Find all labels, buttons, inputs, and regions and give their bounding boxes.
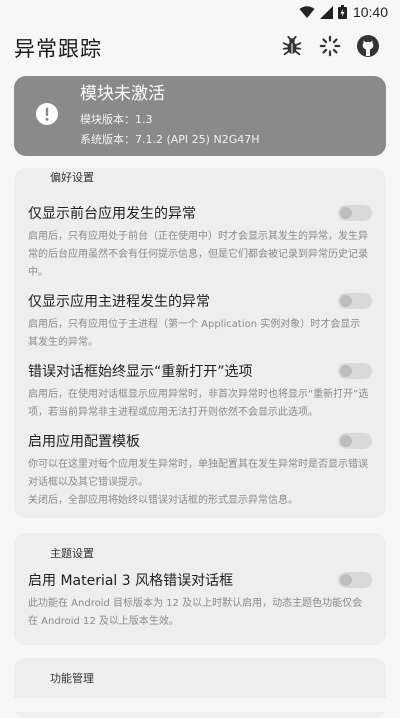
app-bar: 异常跟踪 <box>0 24 400 72</box>
setting-description-line: 你可以在这里对每个应用发生异常时，单独配置其在发生异常时是否显示错误对话框以及其… <box>28 459 368 488</box>
setting-description-line: 关闭后，全部应用将始终以错误对话框的形式显示异常信息。 <box>28 495 298 506</box>
setting-description: 启用后，只有应用位于主进程（第一个 Application 实例对象）时才会显示… <box>28 319 361 348</box>
clock: 10:40 <box>352 4 388 20</box>
toggle-switch[interactable] <box>338 205 372 221</box>
loading-button[interactable] <box>312 30 348 66</box>
theme-card: 主题设置 启用 Material 3 风格错误对话框 此功能在 Android … <box>14 533 386 645</box>
bug-icon <box>281 35 303 61</box>
system-version: 系统版本：7.1.2 (API 25) N2G47H <box>80 132 260 146</box>
toggle-switch[interactable] <box>338 433 372 449</box>
setting-foreground-only[interactable]: 仅显示前台应用发生的异常 启用后，只有应用处于前台（正在使用中）时才会显示其发生… <box>28 200 372 282</box>
setting-description: 你可以在这里对每个应用发生异常时，单独配置其在发生异常时是否显示错误对话框以及其… <box>28 456 372 510</box>
navigation-bar-area <box>0 698 400 712</box>
exclamation-icon <box>35 102 59 130</box>
setting-material3-dialog[interactable]: 启用 Material 3 风格错误对话框 此功能在 Android 目标版本为… <box>28 567 372 631</box>
bug-button[interactable] <box>274 30 310 66</box>
toggle-switch[interactable] <box>338 572 372 588</box>
module-status-card[interactable]: 模块未激活 模块版本：1.3 系统版本：7.1.2 (API 25) N2G47… <box>14 76 386 156</box>
setting-description: 启用后，只有应用处于前台（正在使用中）时才会显示其发生的异常，发生异常的后台应用… <box>28 231 368 278</box>
page-title: 异常跟踪 <box>14 37 102 61</box>
module-status-title: 模块未激活 <box>80 83 165 104</box>
status-bar: 10:40 <box>0 0 400 24</box>
toggle-switch[interactable] <box>338 293 372 309</box>
module-version: 模块版本：1.3 <box>80 112 153 126</box>
setting-description: 此功能在 Android 目标版本为 12 及以上时默认启用，动态主题色功能仅会… <box>28 598 363 627</box>
preferences-card: 偏好设置 仅显示前台应用发生的异常 启用后，只有应用处于前台（正在使用中）时才会… <box>14 168 386 518</box>
toggle-switch[interactable] <box>338 363 372 379</box>
section-title-features: 功能管理 <box>50 672 94 685</box>
setting-label: 启用应用配置模板 <box>28 434 140 450</box>
setting-label: 启用 Material 3 风格错误对话框 <box>28 573 234 589</box>
setting-always-show-reopen[interactable]: 错误对话框始终显示“重新打开”选项 启用后，在使用对话框显示应用异常时，非首次异… <box>28 358 372 422</box>
setting-config-template[interactable]: 启用应用配置模板 你可以在这里对每个应用发生异常时，单独配置其在发生异常时是否显… <box>28 428 372 510</box>
setting-label: 仅显示前台应用发生的异常 <box>28 206 196 222</box>
setting-main-process-only[interactable]: 仅显示应用主进程发生的异常 启用后，只有应用位于主进程（第一个 Applicat… <box>28 288 372 352</box>
setting-label: 错误对话框始终显示“重新打开”选项 <box>28 364 253 380</box>
section-title-preferences: 偏好设置 <box>50 171 94 184</box>
signal-icon <box>319 5 333 19</box>
setting-description: 启用后，在使用对话框显示应用异常时，非首次异常时也将显示“重新打开”选项，若当前… <box>28 389 369 418</box>
section-title-theme: 主题设置 <box>50 547 94 560</box>
setting-label: 仅显示应用主进程发生的异常 <box>28 294 210 310</box>
github-button[interactable] <box>350 30 386 66</box>
battery-icon <box>337 5 347 19</box>
wifi-icon <box>299 5 315 19</box>
loading-icon <box>319 35 341 61</box>
github-icon <box>356 34 380 62</box>
